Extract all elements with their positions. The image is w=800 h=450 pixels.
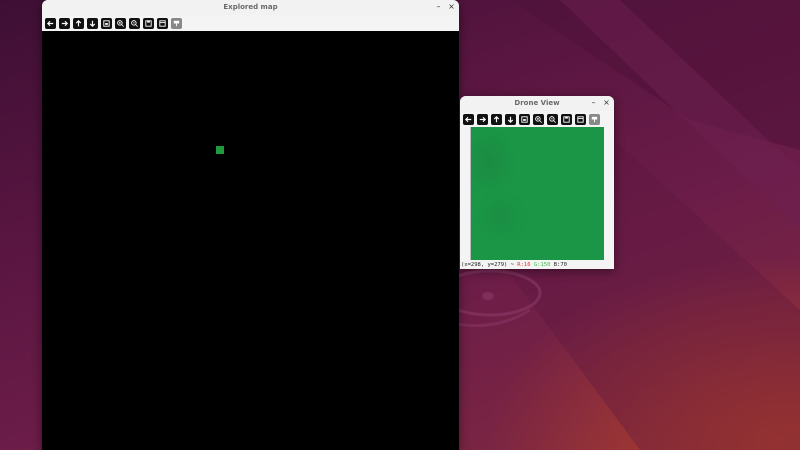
- green-value: G:150: [533, 262, 551, 268]
- overlay-icon[interactable]: [171, 17, 182, 29]
- explored-tile: [216, 146, 224, 154]
- arrow-down-icon[interactable]: [87, 17, 98, 29]
- pixel-status-bar: (x=298, y=279) ~ R:16 G:150 B:70: [460, 261, 614, 269]
- drone-view-body: (x=298, y=279) ~ R:16 G:150 B:70: [460, 127, 614, 269]
- properties-icon[interactable]: [575, 113, 586, 125]
- arrow-left-icon[interactable]: [463, 113, 474, 125]
- save-icon[interactable]: [561, 113, 572, 125]
- arrow-right-icon[interactable]: [59, 17, 70, 29]
- arrow-down-icon[interactable]: [505, 113, 516, 125]
- explored-map-toolbar: [42, 15, 459, 31]
- minimize-button[interactable]: –: [588, 97, 599, 108]
- minimize-button[interactable]: –: [433, 1, 444, 12]
- zoom-in-icon[interactable]: [533, 113, 544, 125]
- overlay-icon[interactable]: [589, 113, 600, 125]
- blue-value: B:70: [553, 262, 567, 268]
- arrow-up-icon[interactable]: [73, 17, 84, 29]
- close-button[interactable]: ×: [446, 1, 457, 12]
- fit-window-icon[interactable]: [519, 113, 530, 125]
- arrow-left-icon[interactable]: [45, 17, 56, 29]
- window-title: Explored map: [223, 3, 278, 11]
- drone-view-titlebar[interactable]: Drone View – ×: [460, 96, 614, 111]
- properties-icon[interactable]: [157, 17, 168, 29]
- fit-window-icon[interactable]: [101, 17, 112, 29]
- zoom-out-icon[interactable]: [547, 113, 558, 125]
- arrow-up-icon[interactable]: [491, 113, 502, 125]
- explored-map-canvas[interactable]: [42, 31, 459, 450]
- close-button[interactable]: ×: [601, 97, 612, 108]
- drone-view-window[interactable]: Drone View – × (x=298, y=279) ~ R:16 G:1…: [460, 96, 614, 269]
- red-value: R:16: [517, 262, 531, 268]
- cursor-coords: (x=298, y=279) ~: [461, 262, 514, 268]
- zoom-in-icon[interactable]: [115, 17, 126, 29]
- explored-map-window[interactable]: Explored map – ×: [42, 0, 459, 450]
- drone-camera-image[interactable]: [470, 127, 604, 260]
- arrow-right-icon[interactable]: [477, 113, 488, 125]
- drone-view-toolbar: [460, 111, 614, 127]
- save-icon[interactable]: [143, 17, 154, 29]
- explored-map-titlebar[interactable]: Explored map – ×: [42, 0, 459, 15]
- zoom-out-icon[interactable]: [129, 17, 140, 29]
